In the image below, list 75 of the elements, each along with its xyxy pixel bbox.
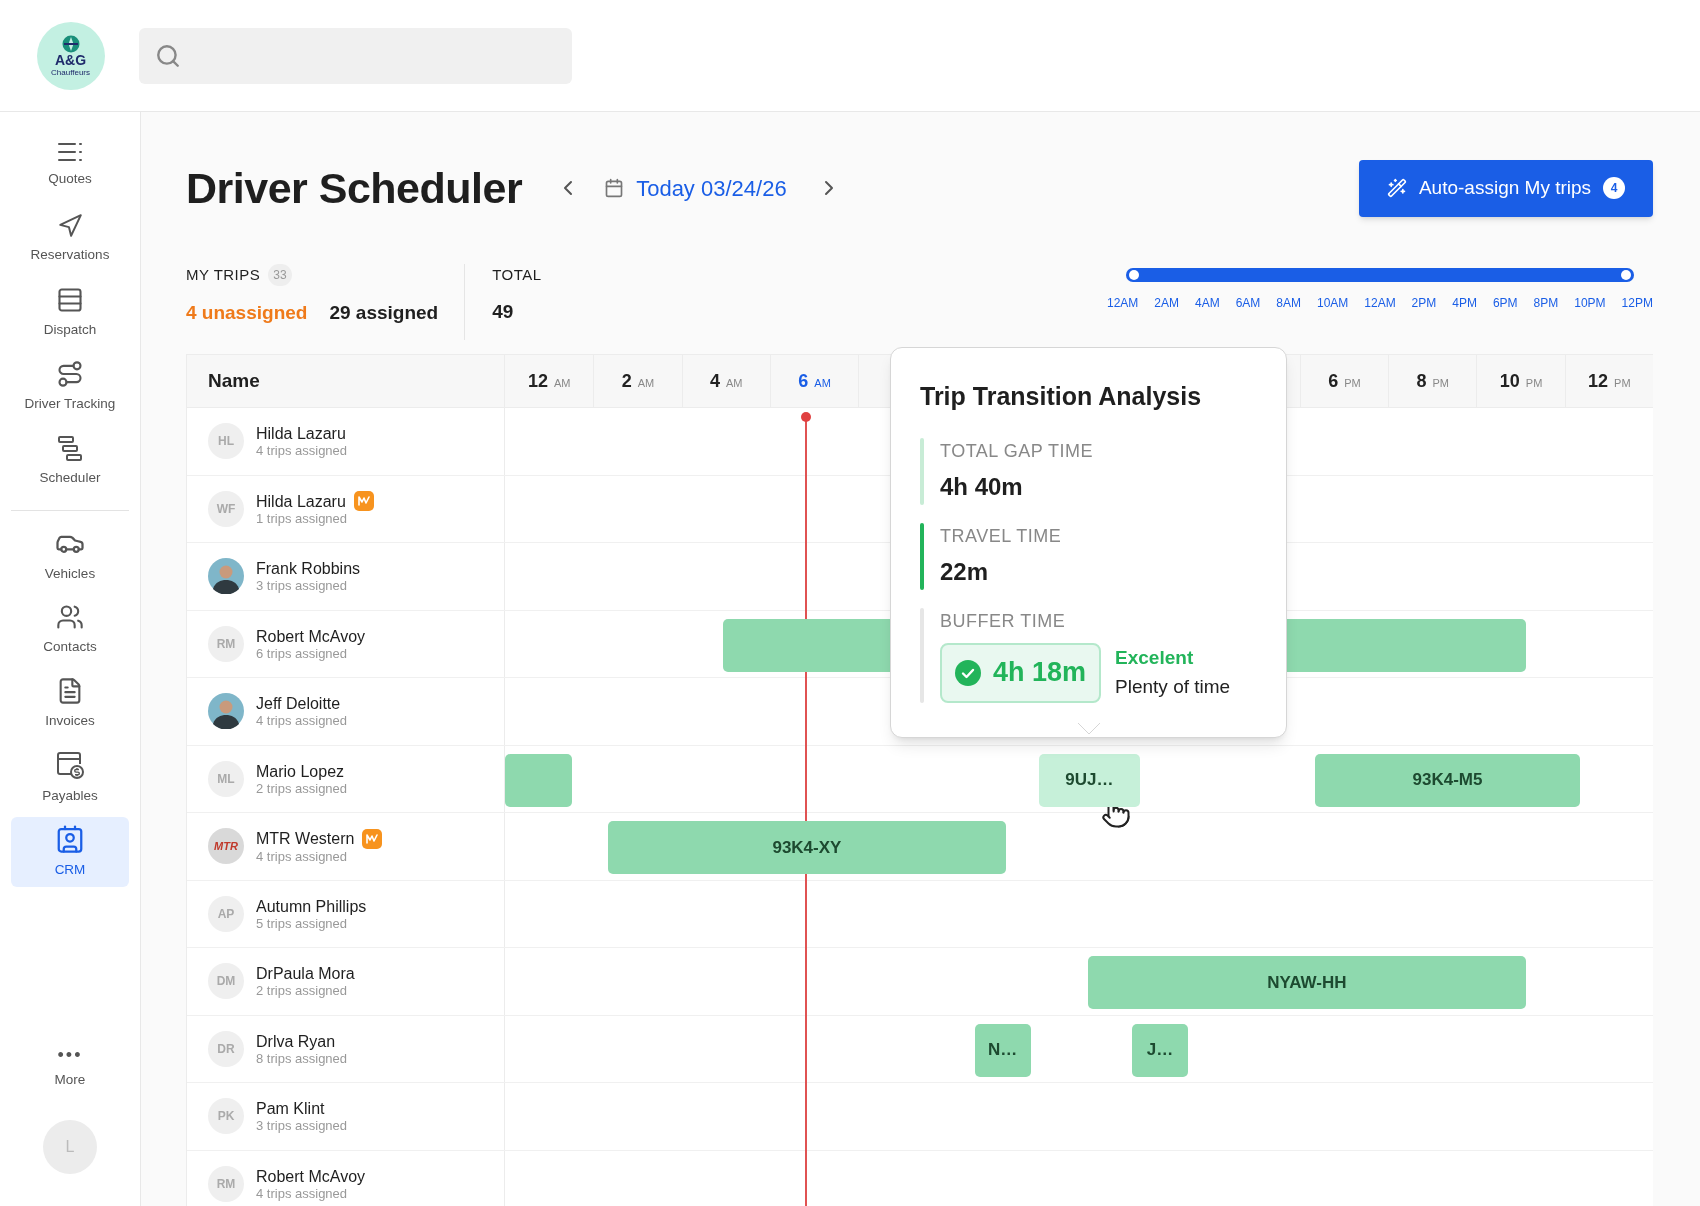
driver-name: Robert McAvoy: [256, 1166, 366, 1186]
driver-name: Jeff Deloitte: [256, 694, 341, 714]
buffer-time-pill: 4h 18m: [940, 642, 1102, 703]
hour-heading: 6 PM: [1328, 369, 1361, 393]
trips-assigned-text: 3 trips assigned: [256, 1118, 348, 1134]
avatar-initials: WF: [208, 490, 244, 527]
trips-assigned-text: 6 trips assigned: [256, 645, 349, 661]
hour-heading: 8 PM: [1416, 369, 1449, 393]
company-logo-avatar: MTR: [208, 828, 244, 865]
metric-value: 22m: [940, 556, 990, 587]
hour-heading: 10 PM: [1499, 369, 1543, 393]
hour-heading: 2 AM: [621, 369, 655, 393]
driver-name: Autumn Phillips: [256, 896, 367, 916]
total-count: 49: [492, 300, 515, 324]
assigned-count: 29 assigned: [329, 300, 439, 325]
my-trips-label: MY TRIPS: [186, 265, 261, 285]
avatar-initials: HL: [208, 423, 244, 460]
avatar-initials: PK: [208, 1098, 244, 1135]
count-badge: 4: [1603, 177, 1626, 199]
trips-assigned-text: 2 trips assigned: [256, 983, 349, 999]
trips-assigned-text: 3 trips assigned: [256, 578, 349, 594]
rating-note: Plenty of time: [1115, 674, 1231, 699]
timeline-tick-label: 4PM: [1452, 295, 1477, 312]
rating-label: Excelent: [1115, 646, 1195, 670]
driver-name: Drlva Ryan: [256, 1031, 336, 1051]
driver-name: Pam Klint: [256, 1099, 325, 1119]
count-badge: 33: [268, 264, 292, 287]
hour-heading: 12 AM: [527, 369, 571, 393]
tooltip-title: Trip Transition Analysis: [920, 381, 1203, 412]
total-label: TOTAL: [492, 264, 542, 285]
driver-name: Robert McAvoy: [256, 626, 366, 646]
avatar-initials: RM: [208, 625, 244, 662]
avatar-initials: ML: [208, 760, 244, 797]
trips-assigned-text: 4 trips assigned: [256, 443, 348, 459]
hour-heading: 6 AM: [798, 369, 831, 393]
trips-assigned-text: 1 trips assigned: [256, 511, 349, 527]
avatar-initials: RM: [208, 1165, 244, 1202]
page-title: Driver Scheduler: [186, 162, 523, 214]
timeline-tick-label: 8PM: [1533, 295, 1559, 312]
logo-title: A&G: [54, 52, 87, 67]
avatar-initials: DM: [208, 963, 244, 1000]
trips-assigned-text: 5 trips assigned: [256, 915, 349, 931]
metric-label: TOTAL GAP TIME: [940, 439, 1094, 463]
metric-label: BUFFER TIME: [940, 609, 1067, 633]
timeline-tick-label: 10PM: [1574, 295, 1606, 312]
timeline-tick-label: 6PM: [1492, 295, 1518, 312]
timeline-tick-label: 2AM: [1154, 295, 1179, 312]
driver-name: Hilda Lazaru: [256, 491, 346, 511]
hour-heading: 12 PM: [1588, 369, 1631, 393]
trips-assigned-text: 2 trips assigned: [256, 780, 348, 796]
trips-assigned-text: 8 trips assigned: [256, 1050, 348, 1066]
name-column-heading: Name: [208, 368, 260, 393]
avatar-initials: AP: [208, 895, 244, 932]
driver-name: MTR Western: [256, 829, 355, 849]
timeline-tick-label: 12AM: [1364, 295, 1396, 312]
trips-assigned-text: 4 trips assigned: [256, 1185, 349, 1201]
metric-value: 4h 40m: [940, 471, 1024, 502]
driver-name: Frank Robbins: [256, 559, 361, 579]
timeline-tick-label: 10AM: [1316, 295, 1349, 312]
driver-name: Hilda Lazaru: [256, 424, 346, 444]
timeline-tick-label: 12PM: [1621, 295, 1653, 312]
driver-name: DrPaula Mora: [256, 964, 355, 984]
trips-assigned-text: 4 trips assigned: [256, 848, 349, 864]
metric-label: TRAVEL TIME: [940, 524, 1062, 548]
driver-name: Mario Lopez: [256, 761, 345, 781]
unassigned-count: 4 unassigned: [186, 300, 308, 325]
timeline-tick-label: 8AM: [1276, 295, 1301, 312]
timeline-tick-label: 6AM: [1235, 295, 1261, 312]
trips-assigned-text: 4 trips assigned: [256, 713, 348, 729]
timeline-tick-label: 4AM: [1195, 295, 1220, 312]
timeline-tick-label: 12AM: [1107, 295, 1139, 312]
logo-subtitle: Chauffeurs: [51, 68, 90, 77]
hour-heading: 4 AM: [710, 369, 743, 393]
timeline-tick-label: 2PM: [1411, 295, 1437, 312]
avatar-initials: DR: [208, 1030, 244, 1067]
